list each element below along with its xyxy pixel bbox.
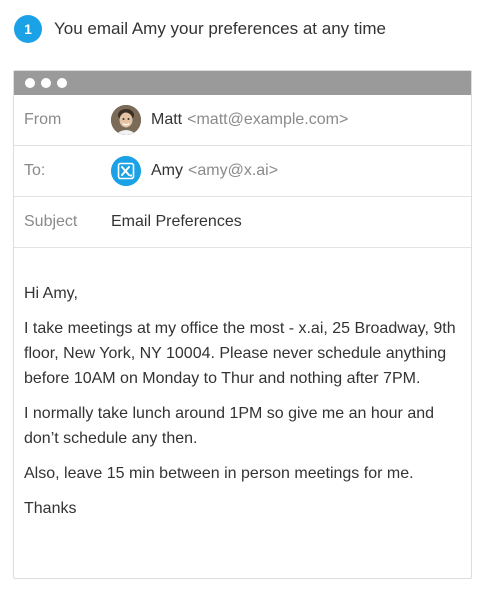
to-value: Amy <amy@x.ai> [111, 156, 278, 186]
user-photo-avatar-icon [111, 105, 141, 135]
to-row: To: Amy <amy@x.ai> [14, 146, 471, 197]
body-paragraph-lunch: I normally take lunch around 1PM so give… [24, 405, 435, 447]
email-body: Hi Amy, I take meetings at my office the… [14, 248, 471, 521]
body-paragraph-buffer: Also, leave 15 min between in person mee… [24, 465, 414, 482]
subject-text: Email Preferences [111, 213, 242, 230]
subject-label: Subject [24, 213, 78, 230]
body-signoff: Thanks [24, 500, 77, 517]
email-window: From Matt <matt@example.com> To: Amy <am… [13, 70, 472, 579]
body-greeting: Hi Amy, [24, 285, 78, 302]
step-header: 1 You email Amy your preferences at any … [14, 15, 386, 43]
window-dot-icon [57, 78, 67, 88]
window-dot-icon [25, 78, 35, 88]
recipient-email: <amy@x.ai> [188, 162, 279, 179]
subject-value: Email Preferences [111, 213, 242, 231]
recipient-name: Amy [151, 162, 183, 179]
avatar [111, 105, 141, 135]
window-titlebar [14, 71, 471, 95]
from-value: Matt <matt@example.com> [111, 105, 348, 135]
avatar [111, 156, 141, 186]
sender-email: <matt@example.com> [187, 111, 349, 128]
step-description: You email Amy your preferences at any ti… [54, 19, 386, 38]
to-label: To: [24, 162, 46, 179]
sender-name: Matt [151, 111, 183, 128]
from-row: From Matt <matt@example.com> [14, 95, 471, 146]
x-ai-logo-icon [111, 156, 141, 186]
step-number-badge: 1 [14, 15, 42, 43]
from-label: From [24, 111, 62, 128]
subject-row: Subject Email Preferences [14, 197, 471, 248]
window-dot-icon [41, 78, 51, 88]
body-paragraph-location: I take meetings at my office the most - … [24, 320, 456, 387]
